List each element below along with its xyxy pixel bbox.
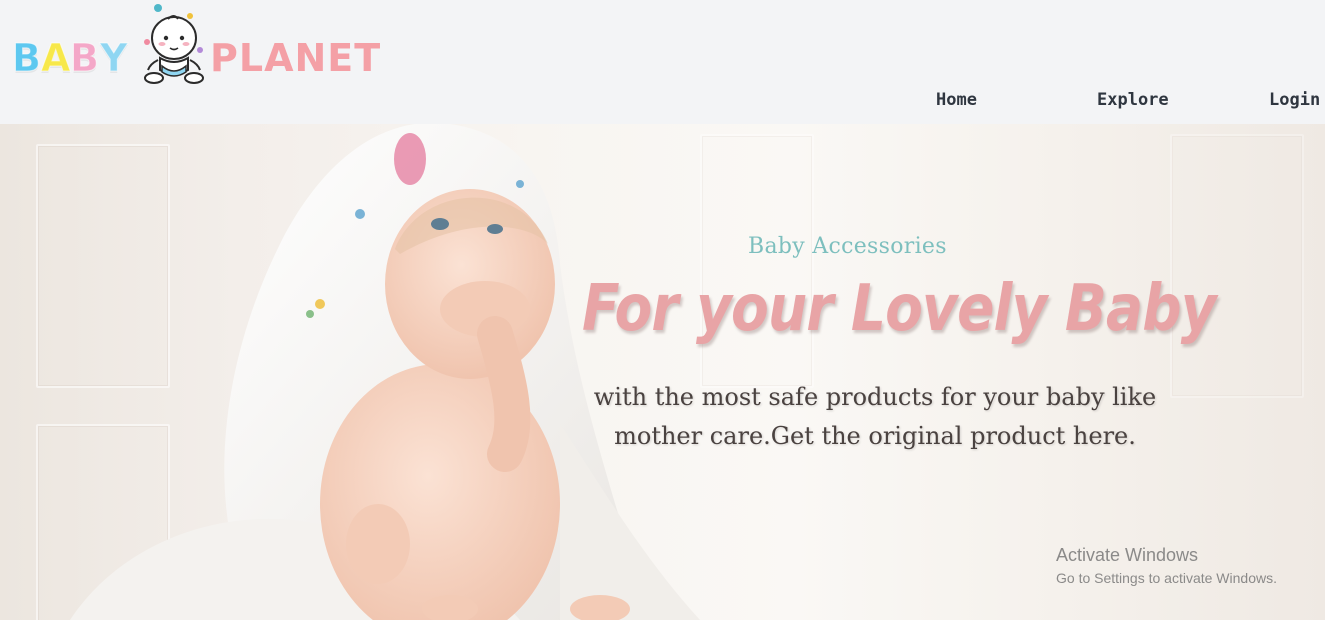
hero-eyebrow: Baby Accessories bbox=[748, 234, 947, 259]
logo-letter-b1: B bbox=[12, 36, 42, 81]
baby-mascot-icon bbox=[144, 4, 204, 84]
activate-windows-watermark: Activate Windows Go to Settings to activ… bbox=[1056, 544, 1277, 588]
hero-description: with the most safe products for your bab… bbox=[592, 378, 1158, 456]
logo-letter-b2: B bbox=[70, 36, 100, 81]
logo-letter-a: A bbox=[40, 36, 71, 81]
activate-windows-subtitle: Go to Settings to activate Windows. bbox=[1056, 570, 1277, 586]
hero-title: For your Lovely Baby bbox=[582, 272, 1217, 346]
hero-description-line-2: mother care.Get the original product her… bbox=[614, 422, 1136, 450]
nav-explore-link[interactable]: Explore bbox=[1097, 90, 1169, 114]
nav-login-link[interactable]: Login bbox=[1269, 90, 1320, 114]
activate-windows-title: Activate Windows bbox=[1056, 545, 1199, 565]
hero-description-line-1: with the most safe products for your bab… bbox=[593, 383, 1157, 411]
logo-word-planet: PLANET bbox=[210, 36, 382, 80]
hero-banner: Baby Accessories For your Lovely Baby wi… bbox=[0, 124, 1325, 620]
site-header: B A B Y PLANET Home Explore Login bbox=[0, 0, 1325, 124]
brand-logo[interactable]: B A B Y PLANET bbox=[12, 2, 392, 92]
nav-home-link[interactable]: Home bbox=[936, 90, 977, 114]
logo-letter-y: Y bbox=[100, 36, 129, 81]
